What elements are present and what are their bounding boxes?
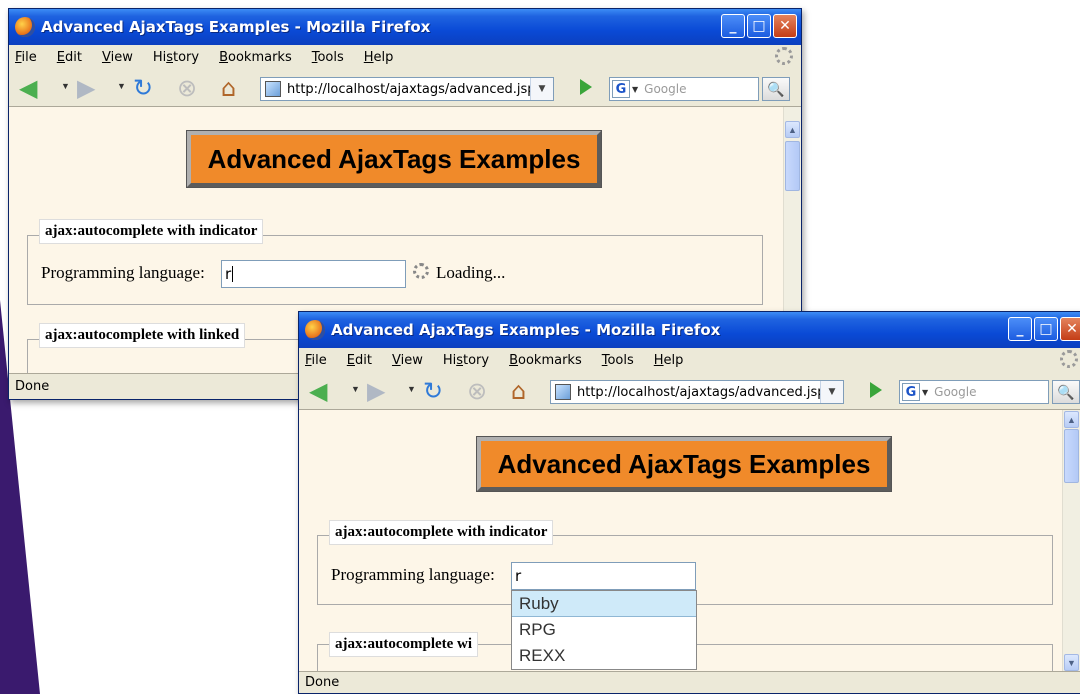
menu-edit[interactable]: Edit [347, 353, 372, 368]
section-indicator-legend: ajax:autocomplete with indicator [39, 219, 264, 244]
page-content: Advanced AjaxTags Examples ajax:autocomp… [299, 410, 1062, 671]
scroll-down-icon[interactable]: ▼ [1064, 654, 1079, 671]
page-heading: Advanced AjaxTags Examples [476, 436, 892, 492]
menu-file[interactable]: File [15, 50, 37, 65]
browser-window-front: Advanced AjaxTags Examples - Mozilla Fir… [298, 311, 1080, 694]
menu-edit[interactable]: Edit [57, 50, 82, 65]
reload-icon[interactable]: ↻ [133, 76, 153, 100]
scroll-up-icon[interactable]: ▲ [785, 121, 800, 138]
search-placeholder: Google [934, 385, 977, 399]
back-dropdown-icon[interactable]: ▼ [61, 81, 70, 91]
firefox-icon [305, 320, 325, 340]
url-dropdown-icon[interactable]: ▼ [820, 381, 843, 403]
search-box[interactable]: G ▼ Google [609, 77, 759, 101]
search-box[interactable]: G ▼ Google [899, 380, 1049, 404]
language-input[interactable]: r [221, 260, 406, 288]
url-bar[interactable]: http://localhost/ajaxtags/advanced.jsp ▼ [260, 77, 554, 101]
section-indicator-legend: ajax:autocomplete with indicator [329, 520, 554, 545]
suggestion-item[interactable]: RPG [512, 617, 696, 643]
maximize-button[interactable]: □ [747, 14, 771, 38]
title-bar: Advanced AjaxTags Examples - Mozilla Fir… [9, 9, 801, 45]
back-icon[interactable]: ◀ [309, 379, 327, 403]
menu-tools[interactable]: Tools [602, 353, 634, 368]
url-text: http://localhost/ajaxtags/advanced.jsp [577, 384, 826, 400]
menu-help[interactable]: Help [364, 50, 394, 65]
menu-bar: File Edit View History Bookmarks Tools H… [299, 348, 1080, 372]
forward-icon[interactable]: ▶ [367, 379, 385, 403]
minimize-button[interactable]: _ [1008, 317, 1032, 341]
menu-bar: File Edit View History Bookmarks Tools H… [9, 45, 801, 69]
engine-dropdown-icon[interactable]: ▼ [922, 388, 928, 397]
loading-text: Loading... [436, 263, 506, 282]
autocomplete-dropdown: Ruby RPG REXX [511, 590, 697, 670]
section-linked-legend: ajax:autocomplete with linked [39, 323, 246, 348]
reload-icon[interactable]: ↻ [423, 379, 443, 403]
close-button[interactable]: ✕ [773, 14, 797, 38]
back-icon[interactable]: ◀ [19, 76, 37, 100]
title-bar: Advanced AjaxTags Examples - Mozilla Fir… [299, 312, 1080, 348]
status-bar: Done [299, 671, 1080, 693]
loading-indicator-icon [413, 263, 429, 279]
field-label: Programming language: [41, 263, 205, 282]
go-icon[interactable] [870, 382, 882, 398]
menu-tools[interactable]: Tools [312, 50, 344, 65]
back-dropdown-icon[interactable]: ▼ [351, 384, 360, 394]
forward-dropdown-icon[interactable]: ▼ [117, 81, 126, 91]
menu-view[interactable]: View [392, 353, 423, 368]
throbber-icon [775, 47, 793, 65]
language-input[interactable]: r [511, 562, 696, 590]
google-engine-icon[interactable]: G [902, 383, 920, 401]
navigation-toolbar: ◀ ▼ ▶ ▼ ↻ ⊗ ⌂ http://localhost/ajaxtags/… [299, 372, 1080, 410]
minimize-button[interactable]: _ [721, 14, 745, 38]
field-label: Programming language: [331, 565, 495, 584]
page-icon [555, 384, 571, 400]
menu-file[interactable]: File [305, 353, 327, 368]
search-icon[interactable]: 🔍 [1052, 380, 1080, 404]
go-icon[interactable] [580, 79, 592, 95]
close-button[interactable]: ✕ [1060, 317, 1080, 341]
firefox-icon [15, 17, 35, 37]
menu-help[interactable]: Help [654, 353, 684, 368]
stop-icon[interactable]: ⊗ [467, 379, 487, 403]
engine-dropdown-icon[interactable]: ▼ [632, 85, 638, 94]
window-title: Advanced AjaxTags Examples - Mozilla Fir… [331, 321, 721, 339]
scroll-up-icon[interactable]: ▲ [1064, 411, 1079, 428]
url-bar[interactable]: http://localhost/ajaxtags/advanced.jsp ▼ [550, 380, 844, 404]
url-dropdown-icon[interactable]: ▼ [530, 78, 553, 100]
menu-bookmarks[interactable]: Bookmarks [219, 50, 292, 65]
navigation-toolbar: ◀ ▼ ▶ ▼ ↻ ⊗ ⌂ http://localhost/ajaxtags/… [9, 69, 801, 107]
suggestion-item[interactable]: Ruby [512, 591, 696, 617]
search-icon[interactable]: 🔍 [762, 77, 790, 101]
menu-bookmarks[interactable]: Bookmarks [509, 353, 582, 368]
menu-history[interactable]: History [443, 353, 489, 368]
scroll-thumb[interactable] [1064, 429, 1079, 483]
maximize-button[interactable]: □ [1034, 317, 1058, 341]
suggestion-item[interactable]: REXX [512, 643, 696, 669]
stop-icon[interactable]: ⊗ [177, 76, 197, 100]
scroll-thumb[interactable] [785, 141, 800, 191]
forward-dropdown-icon[interactable]: ▼ [407, 384, 416, 394]
forward-icon[interactable]: ▶ [77, 76, 95, 100]
google-engine-icon[interactable]: G [612, 80, 630, 98]
vertical-scrollbar[interactable]: ▲ ▼ [1062, 410, 1080, 671]
menu-history[interactable]: History [153, 50, 199, 65]
page-icon [265, 81, 281, 97]
section-linked-legend: ajax:autocomplete wi [329, 632, 479, 657]
url-text: http://localhost/ajaxtags/advanced.jsp [287, 81, 536, 97]
status-text: Done [305, 675, 340, 690]
menu-view[interactable]: View [102, 50, 133, 65]
page-heading: Advanced AjaxTags Examples [186, 130, 602, 188]
home-icon[interactable]: ⌂ [221, 76, 236, 100]
throbber-icon [1060, 350, 1078, 368]
home-icon[interactable]: ⌂ [511, 379, 526, 403]
window-title: Advanced AjaxTags Examples - Mozilla Fir… [41, 18, 431, 36]
status-text: Done [15, 379, 50, 394]
search-placeholder: Google [644, 82, 687, 96]
